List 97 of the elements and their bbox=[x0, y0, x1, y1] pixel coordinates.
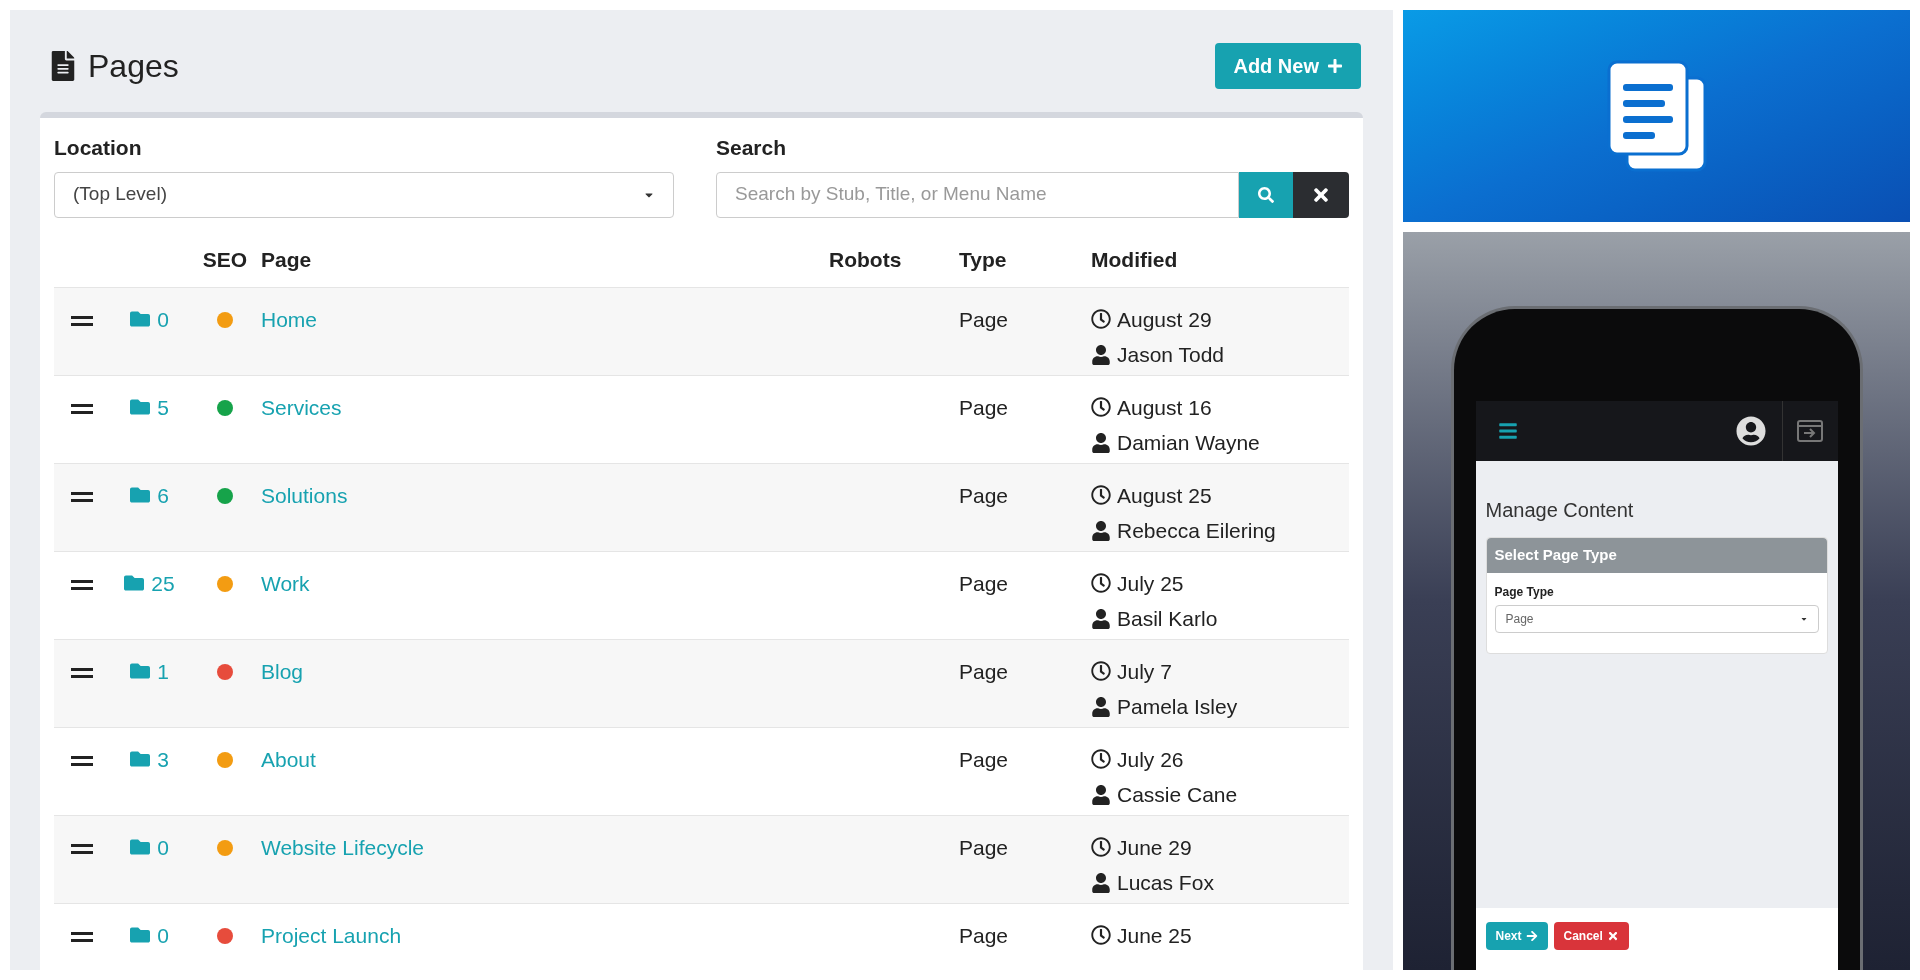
column-header: Page bbox=[261, 247, 313, 274]
user-icon bbox=[1091, 872, 1111, 893]
page-type: Page bbox=[959, 394, 1009, 421]
add-new-button[interactable]: Add New bbox=[1215, 43, 1361, 89]
user-icon bbox=[1091, 784, 1111, 805]
modified-by: Rebecca Eilering bbox=[1117, 518, 1276, 544]
next-button[interactable]: Next bbox=[1485, 922, 1548, 950]
child-count[interactable]: 0 bbox=[157, 831, 169, 863]
clock-icon bbox=[1091, 485, 1111, 506]
child-count[interactable]: 3 bbox=[157, 743, 169, 775]
clock-icon bbox=[1091, 837, 1111, 858]
modified-by: Pamela Isley bbox=[1117, 694, 1238, 720]
modified-date: June 29 bbox=[1117, 834, 1192, 861]
page-type: Page bbox=[959, 570, 1009, 597]
card-header: Select Page Type bbox=[1486, 538, 1827, 573]
page-link[interactable]: About bbox=[261, 743, 316, 775]
page-type: Page bbox=[959, 658, 1009, 685]
user-icon bbox=[1091, 520, 1111, 541]
page-title: Pages bbox=[88, 47, 179, 86]
folder-icon[interactable] bbox=[123, 573, 146, 594]
column-header: Type bbox=[959, 247, 1008, 274]
folder-icon[interactable] bbox=[129, 661, 152, 682]
clear-button[interactable] bbox=[1293, 171, 1349, 218]
page-link[interactable]: Home bbox=[261, 303, 318, 335]
modified-by: Basil Karlo bbox=[1117, 606, 1218, 632]
drag-handle-icon[interactable] bbox=[70, 403, 93, 414]
user-icon bbox=[1091, 608, 1111, 629]
child-count[interactable]: 6 bbox=[157, 479, 169, 511]
clock-icon bbox=[1091, 749, 1111, 770]
screen-heading: Manage Content bbox=[1485, 498, 1635, 523]
drag-handle-icon[interactable] bbox=[70, 755, 93, 766]
user-icon bbox=[1091, 344, 1111, 365]
child-count[interactable]: 0 bbox=[157, 303, 169, 335]
modified-by: Cassie Cane bbox=[1117, 782, 1238, 808]
user-icon bbox=[1091, 696, 1111, 717]
folder-icon[interactable] bbox=[129, 749, 152, 770]
modified-date: August 29 bbox=[1117, 306, 1212, 333]
search-field[interactable]: Search by Stub, Title, or Menu Name bbox=[716, 171, 1239, 218]
modified-date: July 25 bbox=[1117, 570, 1184, 597]
column-header: Modified bbox=[1091, 247, 1179, 274]
documents-icon bbox=[1606, 60, 1707, 172]
cancel-button[interactable]: Cancel bbox=[1553, 922, 1629, 950]
modified-by: Jason Todd bbox=[1117, 342, 1225, 368]
page-link[interactable]: Project Launch bbox=[261, 919, 402, 951]
page-type: Page bbox=[959, 834, 1009, 861]
folder-icon[interactable] bbox=[129, 397, 152, 418]
child-count[interactable]: 25 bbox=[151, 567, 175, 599]
exit-window-icon[interactable] bbox=[1797, 420, 1823, 442]
avatar-icon[interactable] bbox=[1735, 416, 1766, 446]
drag-handle-icon[interactable] bbox=[70, 667, 93, 678]
modified-date: August 25 bbox=[1117, 482, 1212, 509]
drag-handle-icon[interactable] bbox=[70, 843, 93, 854]
user-icon bbox=[1091, 432, 1111, 453]
location-label: Location bbox=[54, 135, 143, 161]
child-count[interactable]: 1 bbox=[157, 655, 169, 687]
clock-icon bbox=[1091, 925, 1111, 946]
drag-handle-icon[interactable] bbox=[70, 931, 93, 942]
drag-handle-icon[interactable] bbox=[70, 315, 93, 326]
drag-handle-icon[interactable] bbox=[70, 579, 93, 590]
modified-date: August 16 bbox=[1117, 394, 1212, 421]
folder-icon[interactable] bbox=[129, 485, 152, 506]
modified-date: June 25 bbox=[1117, 922, 1192, 949]
column-header: SEO bbox=[202, 247, 248, 274]
modified-by: Damian Wayne bbox=[1117, 430, 1260, 456]
clock-icon bbox=[1091, 661, 1111, 682]
page-link[interactable]: Website Lifecycle bbox=[261, 831, 425, 863]
page-link[interactable]: Services bbox=[261, 391, 342, 423]
drag-handle-icon[interactable] bbox=[70, 491, 93, 502]
close-icon bbox=[1606, 930, 1619, 942]
folder-icon[interactable] bbox=[129, 837, 152, 858]
document-icon bbox=[50, 51, 76, 81]
child-count[interactable]: 0 bbox=[157, 919, 169, 951]
clock-icon bbox=[1091, 397, 1111, 418]
modified-by: Lucas Fox bbox=[1117, 870, 1214, 896]
page-type: Page bbox=[959, 922, 1009, 949]
page-type: Page bbox=[959, 746, 1009, 773]
menu-icon[interactable] bbox=[1497, 421, 1518, 441]
plus-icon bbox=[1327, 58, 1343, 74]
folder-icon[interactable] bbox=[129, 309, 152, 330]
search-label: Search bbox=[716, 135, 788, 161]
clock-icon bbox=[1091, 573, 1111, 594]
modified-date: July 26 bbox=[1117, 746, 1184, 773]
folder-icon[interactable] bbox=[129, 925, 152, 946]
page-link[interactable]: Work bbox=[261, 567, 310, 599]
field-label: Page Type bbox=[1494, 583, 1555, 601]
column-header: Robots bbox=[829, 247, 903, 274]
clock-icon bbox=[1091, 309, 1111, 330]
location-select[interactable]: (Top Level) bbox=[54, 171, 674, 218]
page-type-select[interactable]: Page bbox=[1494, 604, 1819, 633]
page-type: Page bbox=[959, 306, 1009, 333]
arrow-right-icon bbox=[1525, 930, 1538, 942]
search-icon bbox=[1258, 186, 1274, 203]
page-link[interactable]: Blog bbox=[261, 655, 304, 687]
child-count[interactable]: 5 bbox=[157, 391, 169, 423]
page-link[interactable]: Solutions bbox=[261, 479, 348, 511]
page-type: Page bbox=[959, 482, 1009, 509]
modified-date: July 7 bbox=[1117, 658, 1172, 685]
